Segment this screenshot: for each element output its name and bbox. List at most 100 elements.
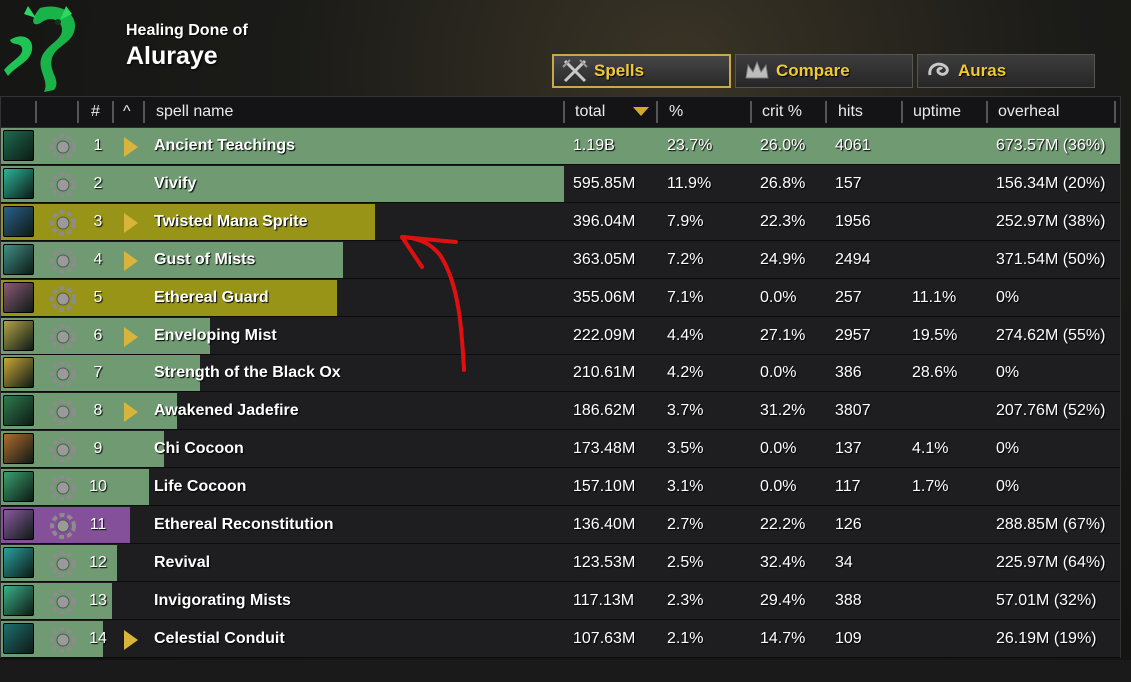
overheal-value: 0% — [996, 288, 1020, 306]
gear-icon[interactable] — [49, 247, 77, 275]
col-header-uptime[interactable]: uptime — [913, 97, 961, 127]
gear-icon[interactable] — [49, 398, 77, 426]
hits-value: 137 — [835, 440, 862, 458]
col-header-pct[interactable]: % — [669, 97, 683, 127]
gear-icon[interactable] — [49, 133, 77, 161]
gear-icon[interactable] — [49, 285, 77, 313]
table-row[interactable]: 9 Chi Cocoon 173.48M 3.5% 0.0% 137 4.1% 0% — [1, 431, 1120, 469]
tab-spells[interactable]: Spells — [552, 54, 731, 88]
crown-icon — [742, 57, 772, 85]
row-number: 9 — [93, 440, 103, 458]
crit-value: 0.0% — [760, 440, 797, 458]
overheal-value: 0% — [996, 440, 1020, 458]
crit-value: 32.4% — [760, 553, 806, 571]
table-row[interactable]: 2 Vivify 595.85M 11.9% 26.8% 157 156.34M (20%) — [1, 165, 1120, 203]
spell-icon — [3, 205, 34, 237]
percent-value: 3.5% — [667, 440, 704, 458]
total-value: 396.04M — [573, 212, 636, 230]
header-subtitle: Healing Done of — [126, 22, 248, 39]
col-header-crit[interactable]: crit % — [762, 97, 802, 127]
percent-value: 4.4% — [667, 326, 704, 344]
hits-value: 34 — [835, 553, 853, 571]
total-value: 1.19B — [573, 137, 615, 154]
table-row[interactable]: 8 Awakened Jadefire 186.62M 3.7% 31.2% 3807 20… — [1, 393, 1120, 431]
total-value: 107.63M — [573, 629, 636, 647]
col-header-overheal[interactable]: overheal — [998, 97, 1059, 127]
column-divider — [656, 101, 658, 123]
swirl-icon — [924, 57, 954, 85]
gear-icon[interactable] — [49, 626, 77, 654]
row-number: 6 — [93, 326, 103, 344]
table-row[interactable]: 12 Revival 123.53M 2.5% 32.4% 34 225.97M (64%) — [1, 544, 1120, 582]
spell-name: Invigorating Mists — [154, 591, 291, 609]
total-value: 595.85M — [573, 174, 636, 192]
table-row[interactable]: 1 Ancient Teachings 1.19B 23.7% 26.0% 4061 673… — [1, 128, 1120, 165]
spell-name: Revival — [154, 553, 211, 571]
gear-icon[interactable] — [49, 323, 77, 351]
gear-icon[interactable] — [49, 171, 77, 199]
row-number: 3 — [93, 212, 103, 230]
row-number: 1 — [93, 137, 103, 154]
percent-value: 2.3% — [667, 591, 704, 609]
hits-value: 2957 — [835, 326, 871, 344]
spell-icon — [3, 471, 34, 503]
table-row[interactable]: 10 Life Cocoon 157.10M 3.1% 0.0% 117 1.7% 0% — [1, 469, 1120, 507]
table-row[interactable]: 6 Enveloping Mist 222.09M 4.4% 27.1% 2957 19.5… — [1, 317, 1120, 355]
gear-icon[interactable] — [49, 512, 77, 540]
expand-arrow-icon[interactable] — [124, 250, 138, 271]
annotation-arrow-icon — [400, 235, 466, 372]
percent-value: 11.9% — [667, 174, 712, 192]
row-number: 7 — [93, 364, 103, 382]
row-number: 5 — [93, 288, 103, 306]
column-divider — [1114, 101, 1116, 123]
col-header-hits[interactable]: hits — [838, 97, 863, 127]
gear-icon[interactable] — [49, 436, 77, 464]
spell-icon — [3, 167, 34, 199]
table-row[interactable]: 14 Celestial Conduit 107.63M 2.1% 14.7% 109 26… — [1, 620, 1120, 658]
col-header-num[interactable]: # — [91, 97, 100, 127]
overheal-value: 0% — [996, 478, 1020, 496]
bottom-strip — [0, 660, 1131, 682]
jade-serpent-logo-icon — [4, 6, 76, 92]
table-row[interactable]: 13 Invigorating Mists 117.13M 2.3% 29.4% 388 5… — [1, 582, 1120, 620]
expand-arrow-icon[interactable] — [124, 402, 138, 423]
expand-arrow-icon[interactable] — [124, 326, 138, 347]
tab-compare[interactable]: Compare — [735, 54, 913, 88]
table-row[interactable]: 4 Gust of Mists 363.05M 7.2% 24.9% 2494 371.54… — [1, 241, 1120, 279]
spell-icon — [3, 395, 34, 427]
col-header-caret[interactable]: ^ — [123, 97, 131, 127]
tab-auras[interactable]: Auras — [917, 54, 1095, 88]
table-row[interactable]: 5 Ethereal Guard 355.06M 7.1% 0.0% 257 11.1% 0% — [1, 279, 1120, 317]
crossed-swords-icon — [560, 57, 590, 85]
col-header-total[interactable]: total — [575, 97, 605, 127]
expand-arrow-icon[interactable] — [124, 137, 138, 157]
uptime-value: 28.6% — [912, 364, 958, 382]
crit-value: 26.0% — [760, 137, 806, 154]
hits-value: 1956 — [835, 212, 871, 230]
hits-value: 2494 — [835, 250, 871, 268]
crit-value: 26.8% — [760, 174, 806, 192]
spell-icon — [3, 584, 34, 616]
hits-value: 4061 — [835, 137, 871, 154]
row-number: 12 — [89, 553, 107, 571]
column-divider — [35, 101, 37, 123]
table-row[interactable]: 11 Ethereal Reconstitution 136.40M 2.7% 22.2… — [1, 507, 1120, 544]
total-value: 363.05M — [573, 250, 636, 268]
total-value: 355.06M — [573, 288, 636, 306]
spell-name: Awakened Jadefire — [154, 402, 299, 420]
table-row[interactable]: 3 Twisted Mana Sprite 396.04M 7.9% 22.3% 1956… — [1, 203, 1120, 241]
column-divider — [901, 101, 903, 123]
expand-arrow-icon[interactable] — [124, 629, 138, 650]
col-header-spell-name[interactable]: spell name — [156, 97, 233, 127]
gear-icon[interactable] — [49, 209, 77, 237]
expand-arrow-icon[interactable] — [124, 212, 138, 233]
hits-value: 3807 — [835, 402, 871, 420]
gear-icon[interactable] — [49, 474, 77, 502]
tab-compare-label: Compare — [776, 61, 850, 80]
hits-value: 386 — [835, 364, 862, 382]
gear-icon[interactable] — [49, 588, 77, 616]
table-row[interactable]: 7 Strength of the Black Ox 210.61M 4.2% 0.0%… — [1, 355, 1120, 393]
gear-icon[interactable] — [49, 550, 77, 578]
gear-icon[interactable] — [49, 360, 77, 388]
crit-value: 31.2% — [760, 402, 806, 420]
